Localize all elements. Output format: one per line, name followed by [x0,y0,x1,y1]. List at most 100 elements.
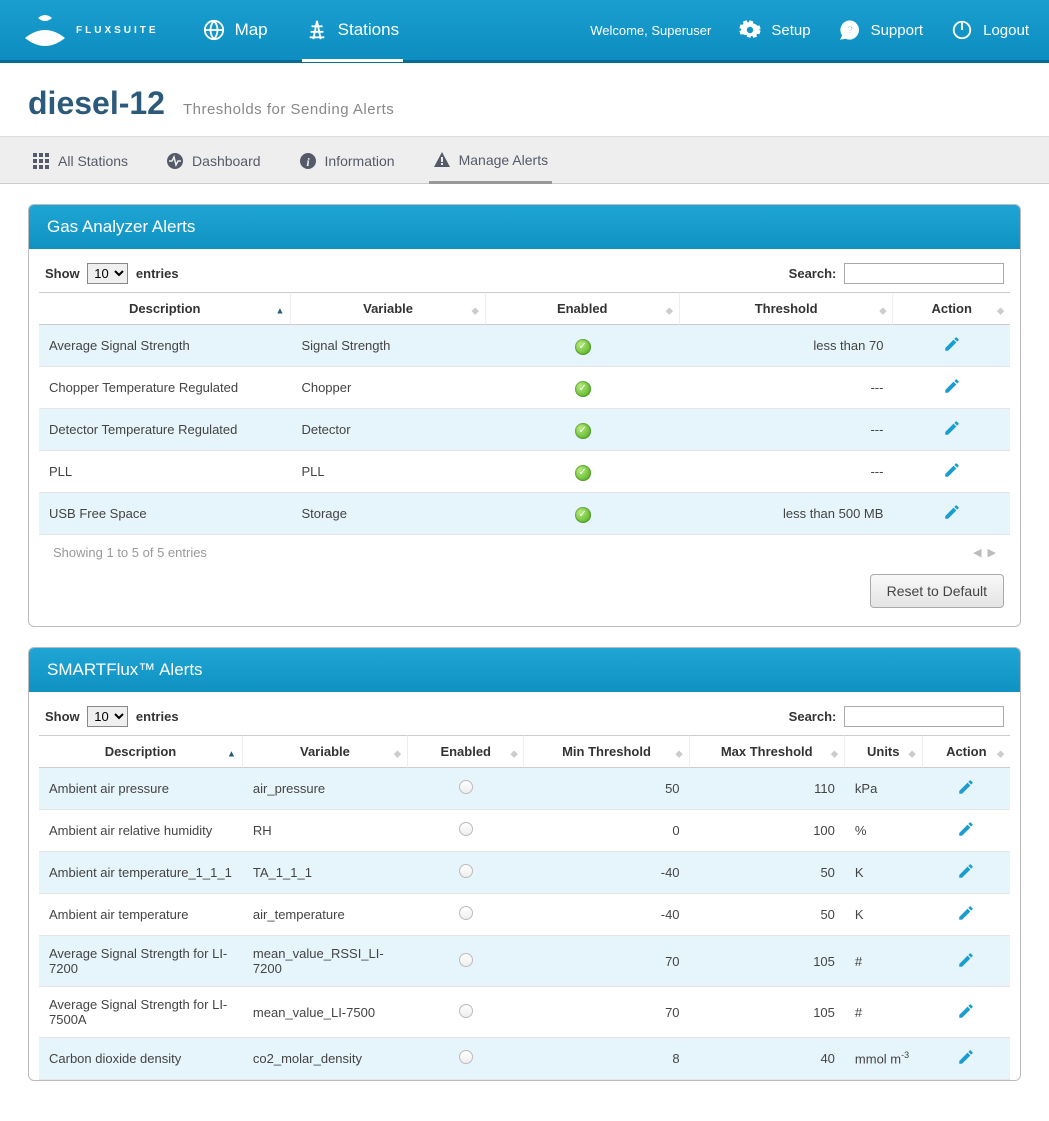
table-row: Average Signal StrengthSignal Strength✓l… [39,325,1010,367]
cell-max: 50 [690,852,845,894]
edit-icon[interactable] [957,910,975,925]
subnav: All Stations Dashboard i Information Man… [0,137,1049,184]
next-page[interactable]: ▶ [988,546,996,559]
search-input[interactable] [844,263,1004,284]
show-prefix: Show [45,266,80,281]
pulse-icon [166,152,184,170]
cell-threshold: less than 500 MB [680,493,894,535]
page-subtitle: Thresholds for Sending Alerts [183,101,394,118]
table-row: PLLPLL✓--- [39,451,1010,493]
cell-action [893,493,1010,535]
cell-units: % [845,810,923,852]
nav-right: Welcome, Superuser Setup ? Support Logou… [590,19,1029,41]
col-header[interactable]: Description [39,292,291,325]
cell-variable: mean_value_LI-7500 [243,987,408,1038]
entries-select[interactable]: 10 [87,706,128,727]
prev-page[interactable]: ◀ [973,546,981,559]
support-icon: ? [839,19,861,41]
edit-icon[interactable] [943,341,961,356]
col-header[interactable]: Units [845,735,923,768]
col-header[interactable]: Threshold [680,292,894,325]
cell-units: K [845,852,923,894]
col-header[interactable]: Description [39,735,243,768]
pager: ◀ ▶ [973,546,996,559]
nav-label: Map [235,20,268,40]
cell-action [893,367,1010,409]
cell-min: 0 [524,810,689,852]
cell-enabled: ✓ [486,409,680,451]
cell-action [923,1038,1010,1080]
col-header[interactable]: Action [893,292,1010,325]
cell-action [893,325,1010,367]
edit-icon[interactable] [957,868,975,883]
nav-map[interactable]: Map [199,1,272,59]
cell-action [923,936,1010,987]
edit-icon[interactable] [957,1054,975,1069]
nav-label: Setup [771,22,810,39]
subnav-dashboard[interactable]: Dashboard [162,137,265,183]
edit-icon[interactable] [943,509,961,524]
table-row: USB Free SpaceStorage✓less than 500 MB [39,493,1010,535]
cell-action [893,451,1010,493]
showing-info: Showing 1 to 5 of 5 entries [53,545,207,560]
col-header[interactable]: Max Threshold [690,735,845,768]
cell-description: Chopper Temperature Regulated [39,367,291,409]
search-label: Search: [789,266,837,281]
empty-check-icon [459,822,473,836]
subnav-manage-alerts[interactable]: Manage Alerts [429,137,553,184]
col-header[interactable]: Enabled [486,292,680,325]
brand-text: FLUXSUITE [76,25,159,36]
table-row: Average Signal Strength for LI-7500Amean… [39,987,1010,1038]
reset-default-button[interactable]: Reset to Default [870,574,1004,608]
table-row: Ambient air temperature_1_1_1TA_1_1_1-40… [39,852,1010,894]
cell-description: Carbon dioxide density [39,1038,243,1080]
edit-icon[interactable] [943,425,961,440]
gas-table: DescriptionVariableEnabledThresholdActio… [39,292,1010,535]
nav-support[interactable]: ? Support [839,19,924,41]
nav-label: Logout [983,22,1029,39]
cell-threshold: --- [680,367,894,409]
search-label: Search: [789,709,837,724]
nav-label: Stations [338,20,399,40]
cell-enabled [408,894,525,936]
subnav-label: Manage Alerts [459,152,549,168]
entries-select[interactable]: 10 [87,263,128,284]
subnav-all-stations[interactable]: All Stations [28,137,132,183]
col-header[interactable]: Variable [243,735,408,768]
table-footer: Showing 1 to 5 of 5 entries ◀ ▶ [39,535,1010,564]
power-icon [951,19,973,41]
gear-icon [739,19,761,41]
edit-icon[interactable] [957,826,975,841]
cell-description: Average Signal Strength for LI-7200 [39,936,243,987]
panel-body: Show 10 entries Search: DescriptionVaria… [29,249,1020,626]
edit-icon[interactable] [943,467,961,482]
cell-variable: mean_value_RSSI_LI-7200 [243,936,408,987]
table-row: Carbon dioxide densityco2_molar_density8… [39,1038,1010,1080]
cell-description: Ambient air relative humidity [39,810,243,852]
edit-icon[interactable] [957,784,975,799]
col-header[interactable]: Variable [291,292,485,325]
subnav-information[interactable]: i Information [295,137,399,183]
topbar: FLUXSUITE Map Stations Welcome, Superuse… [0,0,1049,63]
cell-min: 50 [524,768,689,810]
col-header[interactable]: Enabled [408,735,525,768]
cell-action [923,852,1010,894]
search-input[interactable] [844,706,1004,727]
cell-description: Average Signal Strength [39,325,291,367]
col-header[interactable]: Action [923,735,1010,768]
search-box: Search: [789,706,1004,727]
edit-icon[interactable] [957,1008,975,1023]
nav-logout[interactable]: Logout [951,19,1029,41]
col-header[interactable]: Min Threshold [524,735,689,768]
edit-icon[interactable] [943,383,961,398]
edit-icon[interactable] [957,957,975,972]
welcome-text: Welcome, Superuser [590,23,711,38]
nav-setup[interactable]: Setup [739,19,810,41]
nav-stations[interactable]: Stations [302,1,403,62]
empty-check-icon [459,1004,473,1018]
table-row: Ambient air relative humidityRH0100% [39,810,1010,852]
table-row: Ambient air pressureair_pressure50110kPa [39,768,1010,810]
cell-enabled [408,1038,525,1080]
table-controls: Show 10 entries Search: [39,706,1010,735]
subnav-label: Dashboard [192,153,261,169]
